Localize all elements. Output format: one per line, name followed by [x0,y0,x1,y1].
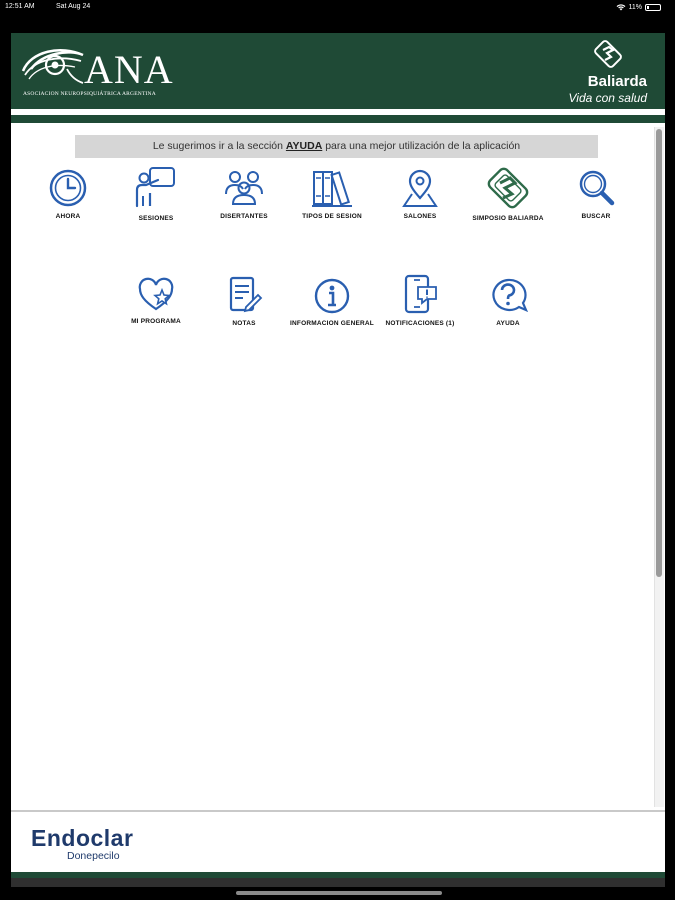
battery-icon [645,3,661,11]
footer-bottom-bar [11,878,665,887]
hint-help-link[interactable]: AYUDA [286,140,322,152]
map-pin-icon [402,169,438,207]
menu-mi-programa[interactable]: MI PROGRAMA [113,277,199,327]
clock-icon [49,169,87,207]
menu-salones[interactable]: SALONES [377,168,463,222]
baliarda-logo[interactable]: Baliarda Vida con salud [537,39,647,105]
ana-logo[interactable]: ANA ASOCIACION NEUROPSIQUIÁTRICA ARGENTI… [21,43,181,101]
notes-icon [229,276,263,313]
menu-notas[interactable]: NOTAS [201,275,287,329]
help-hint-banner: Le sugerimos ir a la sección AYUDA para … [75,135,598,158]
menu-buscar[interactable]: BUSCAR [553,168,639,222]
baliarda-mark-icon [594,40,622,68]
menu-label-notas: NOTAS [232,320,256,327]
app-window: ANA ASOCIACION NEUROPSIQUIÁTRICA ARGENTI… [11,33,665,887]
status-date: Sat Aug 24 [56,3,91,10]
hint-text-after: para una mejor utilización de la aplicac… [325,140,521,152]
menu-label-informacion-general: INFORMACION GENERAL [290,320,374,327]
endoclar-name: Endoclar [31,825,134,851]
baliarda-name: Baliarda [587,73,647,90]
menu-disertantes[interactable]: DISERTANTES [201,168,287,222]
wifi-icon [616,4,625,11]
ana-logo-text: ANA [84,47,174,92]
hint-text-before: Le sugerimos ir a la sección [152,140,283,152]
home-indicator[interactable] [236,891,442,895]
phone-notification-icon [404,274,437,314]
endoclar-ad[interactable]: Endoclar Donepecilo [31,825,133,862]
scrollbar-thumb[interactable] [656,129,662,577]
menu-label-ayuda: AYUDA [496,320,520,327]
status-bar: 12:51 AM Sat Aug 24 11% [0,0,675,14]
menu-label-disertantes: DISERTANTES [220,213,268,220]
info-icon [314,278,350,314]
ana-logo-subtitle: ASOCIACION NEUROPSIQUIÁTRICA ARGENTINA [23,91,156,97]
menu-label-simposio-baliarda: SIMPOSIO BALIARDA [472,215,544,222]
app-header: ANA ASOCIACION NEUROPSIQUIÁTRICA ARGENTI… [11,33,665,109]
menu-ayuda[interactable]: AYUDA [465,277,551,329]
menu-label-tipos-de-sesion: TIPOS DE SESION [302,213,362,220]
books-icon [312,171,352,207]
menu-notificaciones[interactable]: NOTIFICACIONES (1) [377,273,463,329]
menu-simposio-baliarda[interactable]: SIMPOSIO BALIARDA [465,166,551,224]
menu-sesiones[interactable]: SESIONES [113,166,199,224]
status-indicators: 11% [616,3,661,11]
menu-ahora[interactable]: AHORA [25,168,111,222]
presenter-icon [135,167,175,208]
menu-tipos-de-sesion[interactable]: TIPOS DE SESION [289,168,375,222]
heart-star-icon [138,277,174,311]
menu-label-buscar: BUSCAR [581,213,611,220]
status-time: 12:51 AM [5,3,35,10]
help-icon [492,278,529,313]
baliarda-tagline: Vida con salud [568,91,647,105]
people-icon [225,171,263,205]
search-icon [579,170,615,206]
ana-eye-icon [21,49,84,84]
baliarda-logo-icon [487,167,529,209]
menu-label-sesiones: SESIONES [138,215,174,222]
menu-label-salones: SALONES [403,213,437,220]
menu-label-mi-programa: MI PROGRAMA [131,318,181,325]
footer-divider [11,810,665,812]
menu-label-notificaciones: NOTIFICACIONES (1) [385,320,455,327]
menu-informacion-general[interactable]: INFORMACION GENERAL [289,277,375,329]
menu-label-ahora: AHORA [55,213,81,220]
header-band [11,115,665,123]
battery-percent: 11% [628,3,643,11]
